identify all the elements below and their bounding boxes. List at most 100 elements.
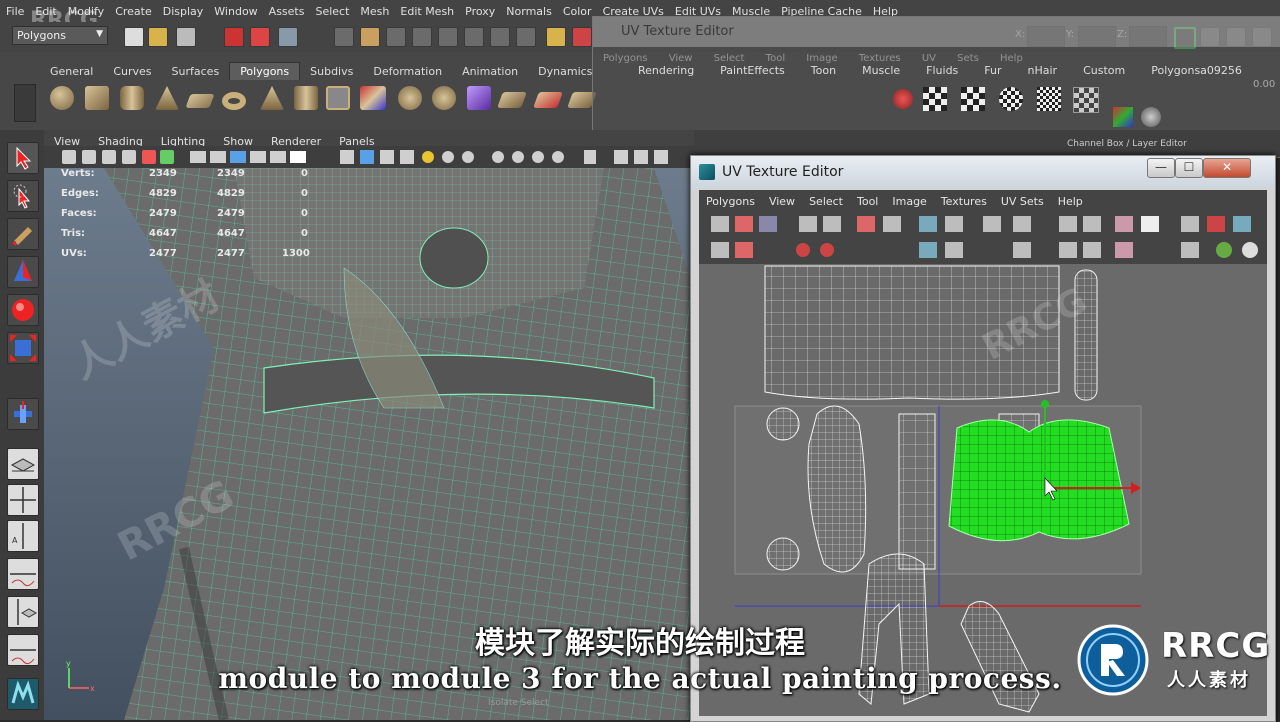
checker-frame-icon[interactable] (1073, 87, 1099, 113)
four-pane-layout-icon[interactable] (7, 484, 39, 516)
uv-unpin-icon[interactable] (1083, 242, 1101, 258)
move-manip-v-handle[interactable] (1041, 400, 1049, 408)
safe-title-icon[interactable] (270, 151, 286, 163)
snap-grid-icon[interactable] (334, 27, 354, 47)
shelf-tab-general[interactable]: General (40, 63, 103, 80)
uv-checker-icon[interactable] (1141, 216, 1159, 232)
snap-curve-icon[interactable] (360, 27, 380, 47)
camera-icon[interactable] (62, 150, 76, 164)
single-pane-layout-icon[interactable] (7, 448, 39, 480)
menu-mesh[interactable]: Mesh (354, 1, 394, 23)
menu-color[interactable]: Color (557, 1, 597, 23)
uv-smudge-icon[interactable] (820, 243, 834, 257)
shadows-icon[interactable] (462, 151, 474, 163)
shelf-tab-curves[interactable]: Curves (103, 63, 161, 80)
new-scene-icon[interactable] (124, 27, 144, 47)
shelf-tab-fluids[interactable]: Fluids (926, 64, 958, 77)
uv-flip-v-icon[interactable] (735, 216, 753, 232)
lock-icon[interactable] (546, 27, 566, 47)
close-button[interactable]: ✕ (1203, 158, 1251, 178)
maximize-button[interactable]: ☐ (1175, 158, 1203, 178)
uv-grid-icon[interactable] (1059, 216, 1077, 232)
highlight-icon[interactable] (634, 150, 648, 164)
make-live-icon[interactable] (438, 27, 458, 47)
save-scene-icon[interactable] (176, 27, 196, 47)
select-tool-icon[interactable] (7, 142, 39, 174)
gate-mask-icon[interactable] (210, 151, 226, 163)
wireframe-on-shaded-icon[interactable] (380, 150, 394, 164)
mirror-icon[interactable] (467, 86, 491, 110)
separate-icon[interactable] (398, 86, 422, 110)
menu-set-dropdown[interactable]: Polygons ▼ (12, 26, 108, 45)
shelf-tab-animation[interactable]: Animation (452, 63, 528, 80)
shelf-tab-painteffects[interactable]: PaintEffects (720, 64, 785, 77)
combine-icon[interactable] (360, 86, 386, 110)
uv-filter-icon[interactable] (1181, 242, 1199, 258)
select-component-icon[interactable] (278, 27, 298, 47)
shelf-tab-polygonsa[interactable]: Polygonsa09256 (1151, 64, 1242, 77)
uv-unfold-icon[interactable] (796, 243, 810, 257)
xray-icon[interactable] (492, 151, 504, 163)
menu-assets[interactable]: Assets (263, 1, 310, 23)
textured-icon[interactable] (400, 150, 414, 164)
uv-straighten-icon[interactable] (1013, 242, 1031, 258)
menu-display[interactable]: Display (157, 1, 209, 23)
open-scene-icon[interactable] (148, 27, 168, 47)
bookmark-icon[interactable] (102, 150, 116, 164)
uv-exposure-icon[interactable] (1242, 242, 1258, 258)
poly-pipe-icon[interactable] (294, 86, 318, 110)
camera-attr-icon[interactable] (82, 150, 96, 164)
menu-normals[interactable]: Normals (500, 1, 557, 23)
all-lights-icon[interactable] (442, 151, 454, 163)
shelf-menu-button[interactable] (14, 84, 36, 122)
uv-display-grid-icon[interactable] (1181, 216, 1199, 232)
uv-editor-titlebar[interactable]: UV Texture Editor — ☐ ✕ (691, 156, 1275, 188)
menu-window[interactable]: Window (208, 1, 262, 23)
text-icon[interactable] (290, 151, 306, 163)
uv-shade-icon[interactable] (1207, 216, 1225, 232)
uv-move-sew-icon[interactable] (857, 216, 875, 232)
uv-color-wheel-icon[interactable] (1216, 242, 1232, 258)
shelf-tab-muscle[interactable]: Muscle (862, 64, 900, 77)
red-sphere-icon[interactable] (893, 89, 913, 109)
uv-menu-tool[interactable]: Tool (850, 192, 885, 208)
uv-texture-borders-icon[interactable] (1233, 216, 1251, 232)
menu-select[interactable]: Select (309, 1, 354, 23)
shelf-tab-deformation[interactable]: Deformation (363, 63, 452, 80)
uv-menu-textures[interactable]: Textures (934, 192, 994, 208)
ao-icon[interactable] (654, 150, 668, 164)
shelf-tab-polygons[interactable]: Polygons (229, 62, 301, 80)
checker-map-icon[interactable] (961, 87, 985, 111)
uv-select-shell-icon[interactable] (711, 242, 729, 258)
menu-file[interactable]: File (0, 1, 29, 23)
manipulator-tool-icon[interactable] (7, 398, 39, 430)
wireframe-icon[interactable] (340, 150, 354, 164)
uv-menu-select[interactable]: Select (802, 192, 850, 208)
safe-action-icon[interactable] (250, 151, 266, 163)
checker-sphere-icon[interactable] (999, 87, 1023, 111)
smooth-shade-icon[interactable] (360, 150, 374, 164)
poly-torus-icon[interactable] (222, 92, 246, 110)
isolate-icon[interactable] (552, 151, 564, 163)
minimize-button[interactable]: — (1147, 158, 1175, 178)
construction-icon[interactable] (490, 27, 510, 47)
uv-menu-image[interactable]: Image (885, 192, 933, 208)
uv-select-border-icon[interactable] (735, 242, 753, 258)
smooth-icon[interactable] (432, 86, 456, 110)
uv-shell-selected[interactable] (948, 419, 1130, 542)
shelf-tab-nhair[interactable]: nHair (1028, 64, 1058, 77)
scale-tool-icon[interactable] (7, 332, 39, 364)
uv-unitize-icon[interactable] (945, 242, 963, 258)
xray-joints-icon[interactable] (512, 151, 524, 163)
shelf-tab-surfaces[interactable]: Surfaces (162, 63, 230, 80)
paint-select-tool-icon[interactable] (7, 218, 39, 250)
image-plane-icon[interactable] (122, 150, 136, 164)
rotate-tool-icon[interactable] (7, 294, 39, 326)
uv-image-icon[interactable] (1115, 216, 1133, 232)
shelf-tab-rendering[interactable]: Rendering (638, 64, 694, 77)
poly-sphere-icon[interactable] (50, 86, 74, 110)
resolution-gate-icon[interactable] (190, 151, 206, 163)
color-swatch-icon[interactable] (1113, 107, 1133, 127)
menu-proxy[interactable]: Proxy (459, 1, 500, 23)
uv-snap-icon[interactable] (1083, 216, 1101, 232)
